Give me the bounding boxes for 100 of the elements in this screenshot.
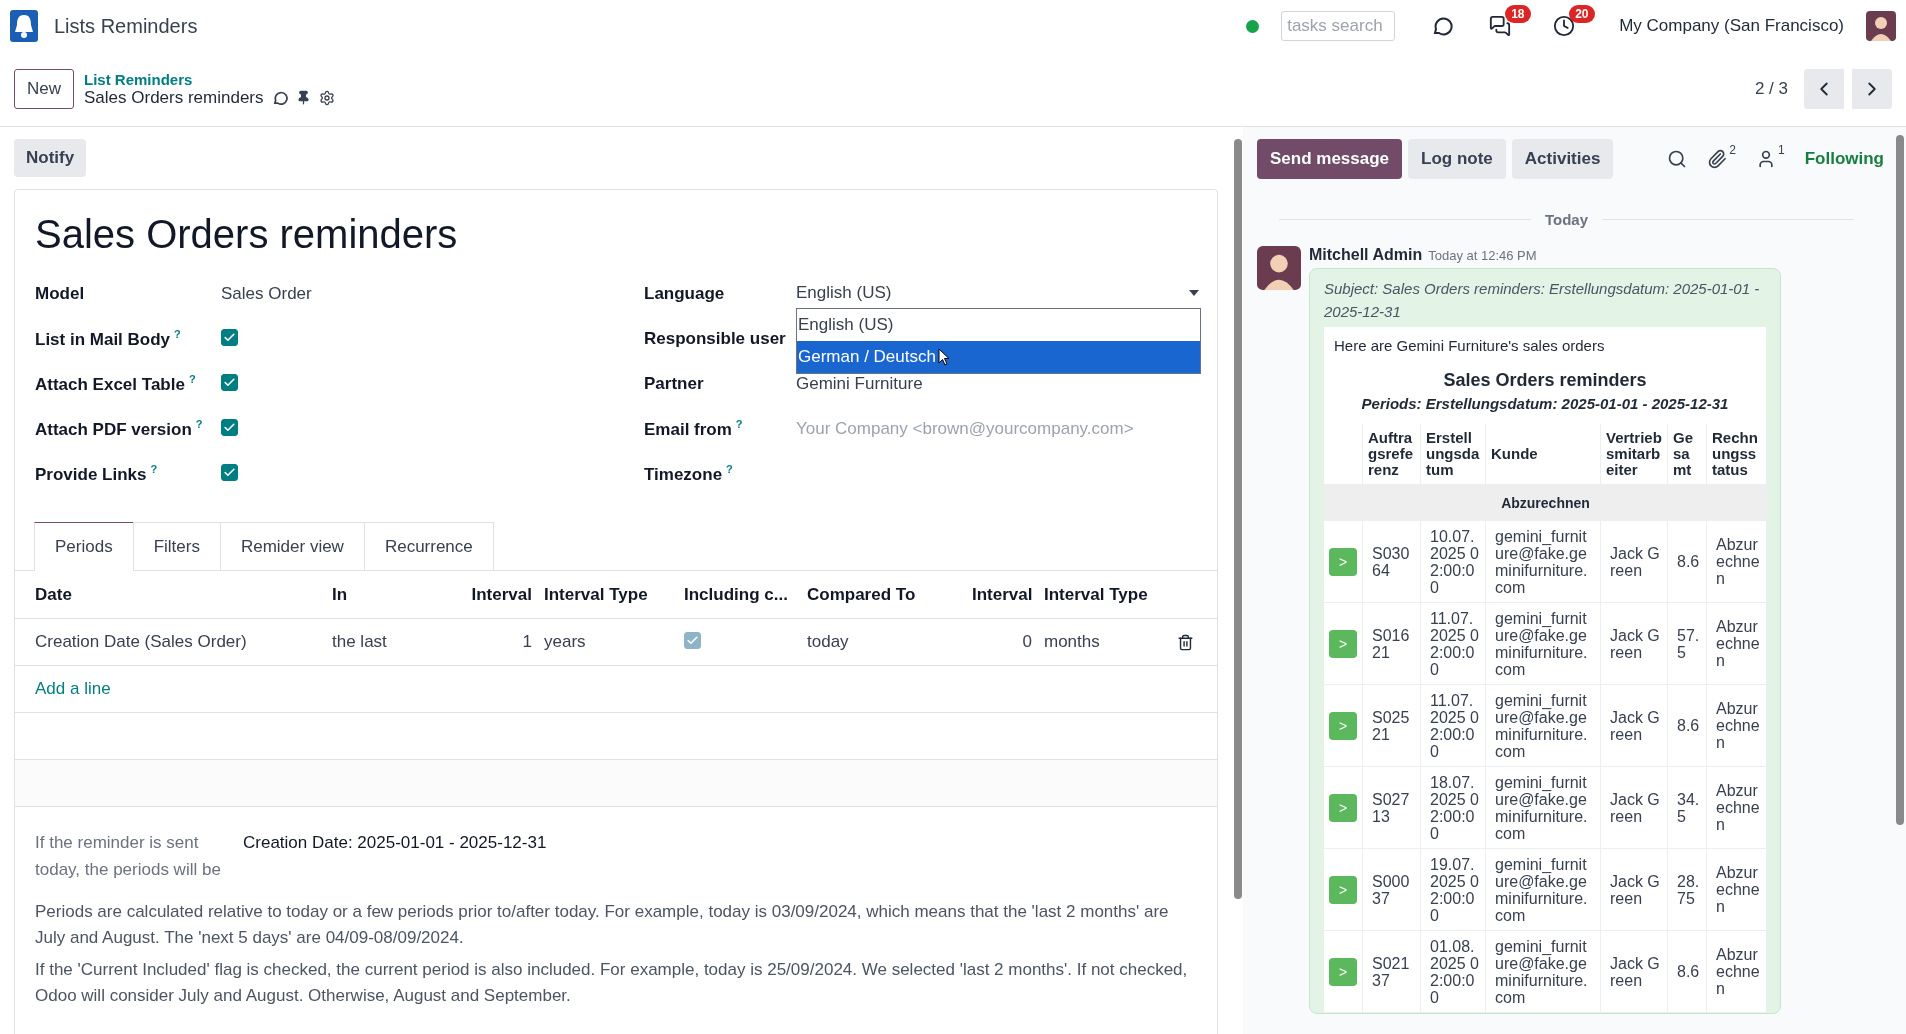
- table-cell: Abzurechnen: [1707, 603, 1767, 685]
- field-label: Language: [644, 283, 726, 304]
- field-label: Attach Excel Table $^{?}$: [35, 372, 197, 395]
- date-separator: Today: [1544, 211, 1589, 228]
- message-author: Mitchell Admin: [1309, 246, 1423, 264]
- table-cell: S03064: [1363, 521, 1421, 603]
- help-icon[interactable]: ?: [174, 327, 181, 340]
- search-field[interactable]: tasks search: [1281, 11, 1396, 41]
- field-label: Provide Links $^{?}$: [35, 462, 159, 485]
- mail-intro: Here are Gemini Furniture's sales orders: [1333, 336, 1606, 356]
- field-label: Model: [35, 283, 86, 304]
- table-cell-text: 0: [1021, 632, 1033, 652]
- table-cell-text: years: [543, 632, 587, 652]
- table-cell: 11.07.2025 02:00:00: [1421, 603, 1486, 685]
- chatter-button[interactable]: Send message: [1257, 139, 1403, 179]
- table-cell: S02713: [1363, 767, 1421, 849]
- table-cell: S02137: [1363, 931, 1421, 1013]
- column-header[interactable]: Interval: [465, 584, 538, 605]
- column-header[interactable]: In: [326, 584, 465, 605]
- help-icon[interactable]: ?: [195, 417, 203, 430]
- notification-badge: 20: [1569, 5, 1595, 23]
- table-cell: Jack Green: [1601, 521, 1668, 603]
- table-cell: Abzurechnen: [1707, 931, 1767, 1013]
- new-button[interactable]: New: [14, 69, 74, 109]
- help-icon[interactable]: ?: [726, 462, 733, 475]
- table-cell: gemini_furniture@fake.geminifurniture.com: [1486, 521, 1601, 603]
- group-header: Abzurechnen: [1324, 485, 1767, 521]
- table-cell: Jack Green: [1601, 931, 1668, 1013]
- table-cell: 19.07.2025 02:00:00: [1421, 849, 1486, 931]
- table-cell: Abzurechnen: [1707, 521, 1767, 603]
- mail-periods: Periods: Erstellungsdatum: 2025-01-01 - 2025-12-31: [1360, 395, 1730, 412]
- table-cell: Abzurechnen: [1707, 849, 1767, 931]
- table-cell: Jack Green: [1601, 849, 1668, 931]
- table-cell: S02521: [1363, 685, 1421, 767]
- message-time: Today at 12:46 PM: [1428, 248, 1537, 263]
- table-cell-text: today: [806, 632, 850, 652]
- field-label: Responsible user: [644, 328, 787, 349]
- table-cell: S01621: [1363, 603, 1421, 685]
- table-cell: gemini_furniture@fake.geminifurniture.com: [1486, 931, 1601, 1013]
- table-cell-text: Creation Date (Sales Order): [35, 632, 248, 652]
- table-cell: 18.07.2025 02:00:00: [1421, 767, 1486, 849]
- table-cell: 57.5: [1668, 603, 1707, 685]
- tab[interactable]: Recurrence: [363, 522, 494, 570]
- help-icon[interactable]: ?: [188, 372, 196, 385]
- breadcrumb-link[interactable]: List Reminders: [84, 70, 335, 88]
- help-icon[interactable]: ?: [735, 417, 743, 430]
- record-name: Sales Orders reminders: [84, 87, 264, 108]
- column-header[interactable]: Interval Type: [1038, 584, 1177, 605]
- company-name[interactable]: My Company (San Francisco): [1619, 16, 1844, 36]
- table-cell: 01.08.2025 02:00:00: [1421, 931, 1486, 1013]
- field-label: Partner: [644, 373, 705, 394]
- column-header[interactable]: Including c...: [678, 584, 801, 605]
- table-cell: gemini_furniture@fake.geminifurniture.com: [1486, 685, 1601, 767]
- field-label: List in Mail Body $^{?}$: [35, 327, 182, 350]
- field-label: Attach PDF version $^{?}$: [35, 417, 204, 440]
- table-cell: gemini_furniture@fake.geminifurniture.com: [1486, 603, 1601, 685]
- following-button[interactable]: Following: [1804, 149, 1884, 169]
- table-cell: Jack Green: [1601, 685, 1668, 767]
- preview-label: If the reminder is sent today, the periods will be: [35, 832, 222, 881]
- table-cell: 8.6: [1668, 521, 1707, 603]
- column-header[interactable]: Interval: [966, 584, 1038, 605]
- column-header[interactable]: Interval Type: [538, 584, 678, 605]
- table-cell: Abzurechnen: [1707, 767, 1767, 849]
- column-header[interactable]: Compared To: [801, 584, 966, 605]
- notification-badge: 18: [1505, 5, 1531, 23]
- table-cell: 8.6: [1668, 685, 1707, 767]
- table-cell: S00037: [1363, 849, 1421, 931]
- field-label: Timezone $^{?}$: [644, 462, 734, 485]
- table-cell-text: months: [1043, 632, 1101, 652]
- followers-count: 1: [1778, 143, 1785, 157]
- table-cell: Jack Green: [1601, 603, 1668, 685]
- table-cell: 8.6: [1668, 931, 1707, 1013]
- table-cell: Jack Green: [1601, 767, 1668, 849]
- app-name: Lists Reminders: [54, 14, 198, 38]
- table-cell: gemini_furniture@fake.geminifurniture.com: [1486, 849, 1601, 931]
- table-cell: gemini_furniture@fake.geminifurniture.com: [1486, 767, 1601, 849]
- help-icon[interactable]: ?: [150, 462, 158, 475]
- notify-button[interactable]: Notify: [14, 139, 87, 177]
- field-label: Email from $^{?}$: [644, 417, 744, 440]
- message-subject: Subject: Sales Orders reminders: Erstellungsdatum: 2025-01-01 - 2025-12-31: [1324, 279, 1761, 322]
- chatter-button[interactable]: Log note: [1408, 139, 1506, 179]
- add-line-link[interactable]: Add a line: [35, 679, 326, 699]
- attachments-count: 2: [1729, 143, 1736, 157]
- table-cell: 11.07.2025 02:00:00: [1421, 685, 1486, 767]
- column-header[interactable]: Date: [35, 584, 326, 605]
- table-cell: 34.5: [1668, 767, 1707, 849]
- help-text: If the 'Current Included' flag is checked, the current period is also included. For example, today is 25/09/2024. We selected 'last 2 months'. If not checked, Odoo will consider July and August. Otherwise, August and September.: [35, 959, 1189, 1007]
- mail-title: Sales Orders reminders: [1442, 370, 1648, 391]
- field-value: Gemini Furniture: [796, 373, 924, 394]
- pager-value: 2 / 3: [1754, 79, 1788, 99]
- preview-value: Creation Date: 2025-01-01 - 2025-12-31: [243, 832, 548, 854]
- help-text: Periods are calculated relative to today or a few periods prior to/after today. For example, today is 03/09/2024, which means that the 'last 2 months' are July and August. The 'next 5 days' are 04/09-08/09/2024.: [35, 901, 1170, 949]
- table-cell-text: 1: [521, 632, 533, 652]
- table-cell: 28.75: [1668, 849, 1707, 931]
- dropdown-option[interactable]: German / Deutsch: [797, 341, 1200, 373]
- table-cell: Abzurechnen: [1707, 685, 1767, 767]
- tab[interactable]: Periods: [34, 522, 134, 571]
- table-cell-text: the last: [331, 632, 388, 652]
- chatter-button[interactable]: Activities: [1511, 139, 1614, 179]
- table-cell: 10.07.2025 02:00:00: [1421, 521, 1486, 603]
